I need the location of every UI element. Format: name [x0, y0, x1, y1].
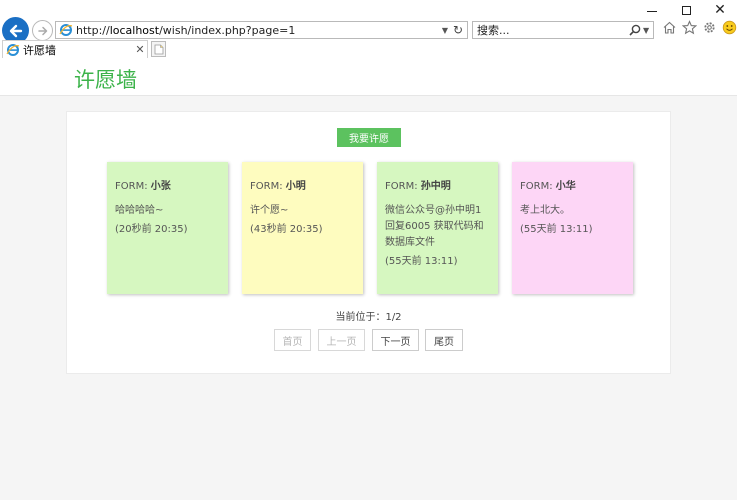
last-page-button[interactable]: 尾页: [425, 329, 463, 351]
card-content: 考上北大。: [520, 205, 570, 216]
author-name: 小华: [555, 181, 576, 192]
maximize-icon: [681, 5, 691, 15]
minimize-button[interactable]: [635, 0, 669, 20]
refresh-icon[interactable]: ↻: [451, 23, 465, 37]
arrow-right-icon: [37, 26, 47, 35]
new-tab-icon: [154, 44, 163, 54]
search-icon[interactable]: [628, 23, 642, 37]
from-label: FORM:: [520, 181, 553, 192]
close-window-button[interactable]: ✕: [703, 0, 737, 20]
author-name: 小张: [150, 181, 171, 192]
card-content: 哈哈哈哈~: [115, 205, 164, 216]
address-bar[interactable]: http://localhost/wish/index.php?page=1 ▼…: [55, 21, 468, 39]
wish-card: FORM: 小张 哈哈哈哈~ (20秒前 20:35): [107, 162, 228, 294]
prev-page-button[interactable]: 上一页: [318, 329, 365, 351]
author-name: 小明: [285, 181, 306, 192]
wish-card: FORM: 小华 考上北大。 (55天前 13:11): [512, 162, 633, 294]
ie-icon: [6, 43, 20, 56]
maximize-button[interactable]: [669, 0, 703, 20]
home-icon[interactable]: [662, 20, 677, 35]
wish-card: FORM: 小明 许个愿~ (43秒前 20:35): [242, 162, 363, 294]
search-box[interactable]: ▼: [472, 21, 654, 39]
url-prefix: http://: [76, 23, 110, 37]
card-time: (20秒前 20:35): [115, 224, 188, 235]
next-page-button[interactable]: 下一页: [372, 329, 419, 351]
card-author: FORM: 小张: [115, 177, 220, 192]
wish-panel: 我要许愿 FORM: 小张 哈哈哈哈~ (20秒前 20:35) FORM: 小…: [66, 111, 671, 374]
smiley-icon[interactable]: [722, 20, 737, 35]
from-label: FORM:: [115, 181, 148, 192]
search-dropdown-icon[interactable]: ▼: [643, 26, 653, 35]
card-author: FORM: 小华: [520, 177, 625, 192]
card-time: (43秒前 20:35): [250, 224, 323, 235]
url-host: localhost: [109, 23, 160, 37]
tab-close-icon[interactable]: ✕: [133, 43, 147, 56]
new-tab-button[interactable]: [151, 41, 166, 57]
arrow-left-icon: [9, 24, 22, 37]
page-title: 许愿墙: [74, 68, 137, 92]
author-name: 孙中明: [420, 181, 451, 192]
browser-toolbar: [662, 20, 737, 35]
url-path: /wish/index.php?page=1: [159, 23, 296, 37]
card-time: (55天前 13:11): [385, 256, 458, 267]
pagination-status: 当前位于：1/2: [335, 312, 402, 323]
first-page-button[interactable]: 首页: [274, 329, 311, 351]
card-content: 微信公众号@孙中明1回复6005 获取代码和数据库文件: [385, 205, 484, 248]
wish-card: FORM: 孙中明 微信公众号@孙中明1回复6005 获取代码和数据库文件 (5…: [377, 162, 498, 294]
star-icon[interactable]: [682, 20, 697, 35]
from-label: FORM:: [385, 181, 418, 192]
window-controls: ✕: [635, 0, 737, 20]
gear-icon[interactable]: [702, 20, 717, 35]
search-input[interactable]: [473, 22, 628, 38]
card-author: FORM: 孙中明: [385, 177, 490, 192]
url-text[interactable]: http://localhost/wish/index.php?page=1: [76, 24, 439, 37]
browser-chrome: ✕ http://localhost/wish/index.php?page=1…: [0, 0, 737, 58]
page-header: 许愿墙: [0, 58, 737, 96]
card-author: FORM: 小明: [250, 177, 355, 192]
card-time: (55天前 13:11): [520, 224, 593, 235]
from-label: FORM:: [250, 181, 283, 192]
forward-button[interactable]: [32, 20, 53, 41]
ie-icon: [59, 24, 73, 36]
card-content: 许个愿~: [250, 205, 289, 216]
tab-wish-wall[interactable]: 许愿墙 ✕: [2, 40, 148, 58]
tab-label: 许愿墙: [23, 43, 56, 57]
make-wish-button[interactable]: 我要许愿: [337, 128, 401, 147]
minimize-icon: [647, 10, 657, 12]
address-dropdown-icon[interactable]: ▼: [439, 26, 451, 35]
